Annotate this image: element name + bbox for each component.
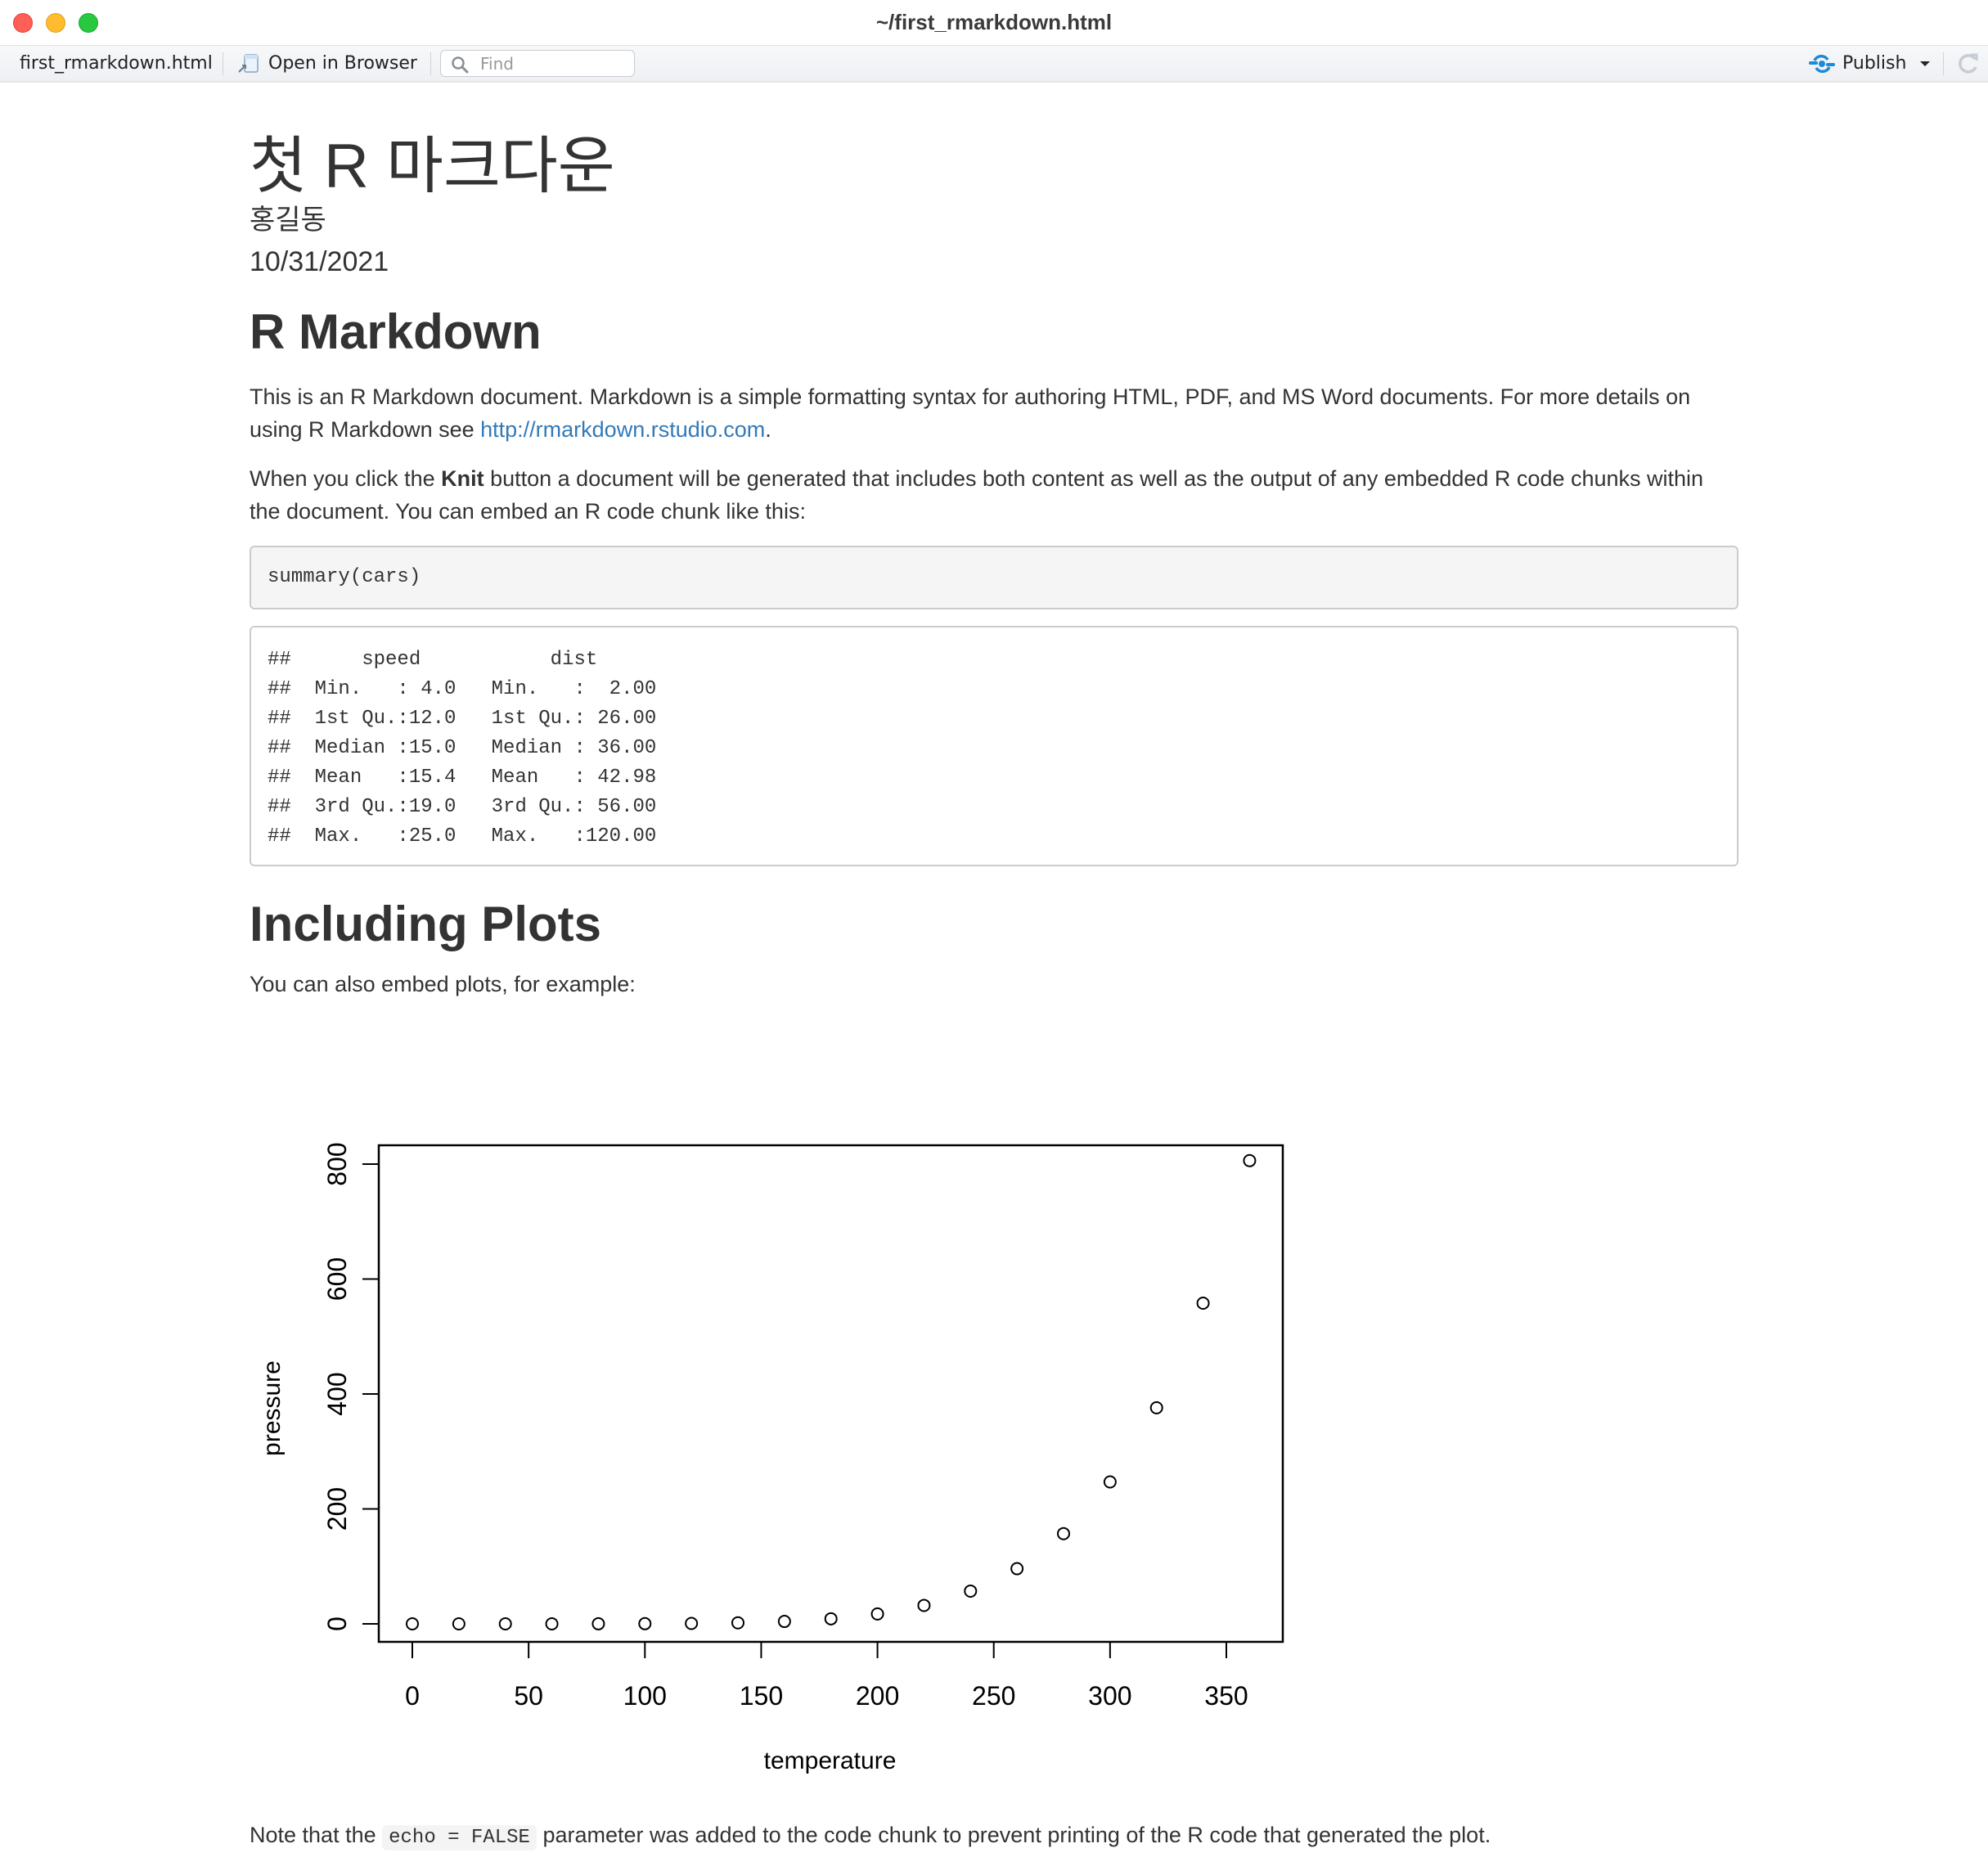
data-point	[777, 1615, 791, 1629]
knit-bold: Knit	[441, 466, 484, 491]
x-tick-label: 300	[1088, 1681, 1131, 1711]
open-in-browser-icon[interactable]	[237, 53, 260, 74]
knit-paragraph: When you click the Knit button a documen…	[250, 462, 1738, 528]
x-tick-label: 50	[514, 1681, 543, 1711]
x-tick-label: 100	[623, 1681, 667, 1711]
inline-code-echo: echo = FALSE	[382, 1825, 537, 1850]
data-point	[1196, 1297, 1210, 1311]
window-title: ~/first_rmarkdown.html	[875, 10, 1113, 34]
code-chunk-source: summary(cars)	[250, 546, 1738, 609]
y-tick-label: 0	[322, 1616, 352, 1631]
data-point	[1243, 1153, 1257, 1167]
document-title: 첫 R 마크다운	[250, 132, 615, 201]
open-in-browser-button[interactable]: Open in Browser	[268, 46, 417, 81]
data-point	[406, 1616, 419, 1630]
publish-button[interactable]: Publish	[1842, 46, 1906, 81]
x-tick-label: 200	[856, 1681, 899, 1711]
data-point	[1057, 1527, 1070, 1540]
refresh-icon[interactable]	[1955, 52, 1980, 76]
intro-end: .	[765, 417, 771, 442]
search-icon	[452, 56, 469, 74]
publish-icon[interactable]	[1808, 53, 1836, 74]
publish-dropdown-caret-icon[interactable]	[1920, 61, 1930, 66]
plot-frame	[377, 1144, 1284, 1643]
note-paragraph: Note that the echo = FALSE parameter was…	[250, 1819, 1738, 1855]
plots-paragraph: You can also embed plots, for example:	[250, 972, 636, 996]
intro-paragraph: This is an R Markdown document. Markdown…	[250, 380, 1738, 446]
y-tick-label: 400	[322, 1372, 352, 1415]
note-text-start: Note that the	[250, 1823, 383, 1847]
data-points	[406, 1153, 1257, 1630]
knit-text-start: When you click the	[250, 466, 442, 491]
x-tick-label: 250	[972, 1681, 1015, 1711]
x-axis: 0 50 100 150 200 250 300 350	[405, 1641, 1248, 1711]
data-point	[638, 1616, 652, 1630]
title-bar: ~/first_rmarkdown.html	[0, 0, 1988, 46]
rmarkdown-link[interactable]: http://rmarkdown.rstudio.com	[480, 417, 765, 442]
output-line: ## 1st Qu.:12.0 1st Qu.: 26.00	[268, 708, 681, 730]
x-tick-label: 0	[405, 1681, 420, 1711]
x-tick-label: 150	[740, 1681, 783, 1711]
data-point	[964, 1584, 978, 1598]
data-point	[498, 1616, 512, 1630]
document-date: 10/31/2021	[250, 246, 389, 277]
y-tick-label: 200	[322, 1487, 352, 1531]
y-axis: 0 200 400 600 800	[322, 1142, 380, 1631]
data-point	[917, 1598, 931, 1612]
code-chunk-output: ## speed dist ## Min. : 4.0 Min. : 2.00 …	[250, 626, 1738, 866]
note-text-end: parameter was added to the code chunk to…	[536, 1823, 1491, 1847]
toolbar-divider	[430, 52, 431, 75]
data-point	[545, 1616, 559, 1630]
data-point	[870, 1607, 884, 1621]
x-axis-label: temperature	[764, 1747, 897, 1774]
y-tick-label: 800	[322, 1142, 352, 1185]
data-point	[1010, 1562, 1024, 1576]
y-tick-label: 600	[322, 1257, 352, 1301]
y-axis-label: pressure	[259, 1360, 286, 1456]
data-point	[824, 1612, 838, 1625]
scatter-chart: 0 50 100 150 200 250 300 350 0 200 400 600 800 temp…	[259, 1142, 1284, 1774]
section-heading-including-plots: Including Plots	[250, 897, 601, 951]
find-input[interactable]: Find	[440, 50, 635, 77]
output-line: ## Min. : 4.0 Min. : 2.00	[268, 678, 681, 700]
viewer-toolbar: first_rmarkdown.html Open in Browser Fin…	[0, 46, 1988, 83]
output-line: ## speed dist	[268, 649, 681, 671]
data-point	[452, 1616, 466, 1630]
output-line: ## Mean :15.4 Mean : 42.98	[268, 767, 681, 789]
output-line: ## 3rd Qu.:19.0 3rd Qu.: 56.00	[268, 796, 681, 818]
find-placeholder: Find	[480, 54, 514, 74]
document-author: 홍길동	[250, 205, 326, 236]
pressure-plot: 0 50 100 150 200 250 300 350 0 200 400 600 800 temp…	[245, 1113, 1309, 1783]
data-point	[685, 1616, 699, 1630]
data-point	[731, 1616, 744, 1630]
section-heading-r-markdown: R Markdown	[250, 304, 542, 359]
x-tick-label: 350	[1204, 1681, 1248, 1711]
output-line: ## Median :15.0 Median : 36.00	[268, 737, 681, 759]
file-tab[interactable]: first_rmarkdown.html	[20, 46, 213, 81]
intro-text: This is an R Markdown document. Markdown…	[250, 384, 1691, 442]
toolbar-divider	[1943, 52, 1944, 75]
data-point	[1103, 1475, 1117, 1489]
data-point	[591, 1616, 605, 1630]
data-point	[1149, 1401, 1163, 1414]
output-line: ## Max. :25.0 Max. :120.00	[268, 825, 681, 848]
